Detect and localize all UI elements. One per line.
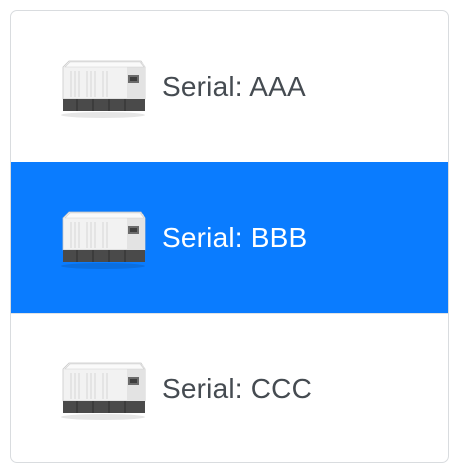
serial-label: Serial: CCC: [162, 373, 313, 404]
list-item-ccc[interactable]: Serial: CCC: [11, 313, 448, 462]
serial-label: Serial: AAA: [162, 70, 306, 102]
generator-list: Serial: AAA Serial: BBB Serial: CCC: [10, 10, 449, 463]
serial-label: Serial: BBB: [162, 222, 308, 253]
generator-icon: [57, 206, 149, 270]
generator-icon: [57, 55, 149, 119]
list-item-aaa[interactable]: Serial: AAA: [11, 11, 448, 162]
generator-icon: [57, 357, 149, 421]
list-item-bbb[interactable]: Serial: BBB: [11, 162, 448, 313]
